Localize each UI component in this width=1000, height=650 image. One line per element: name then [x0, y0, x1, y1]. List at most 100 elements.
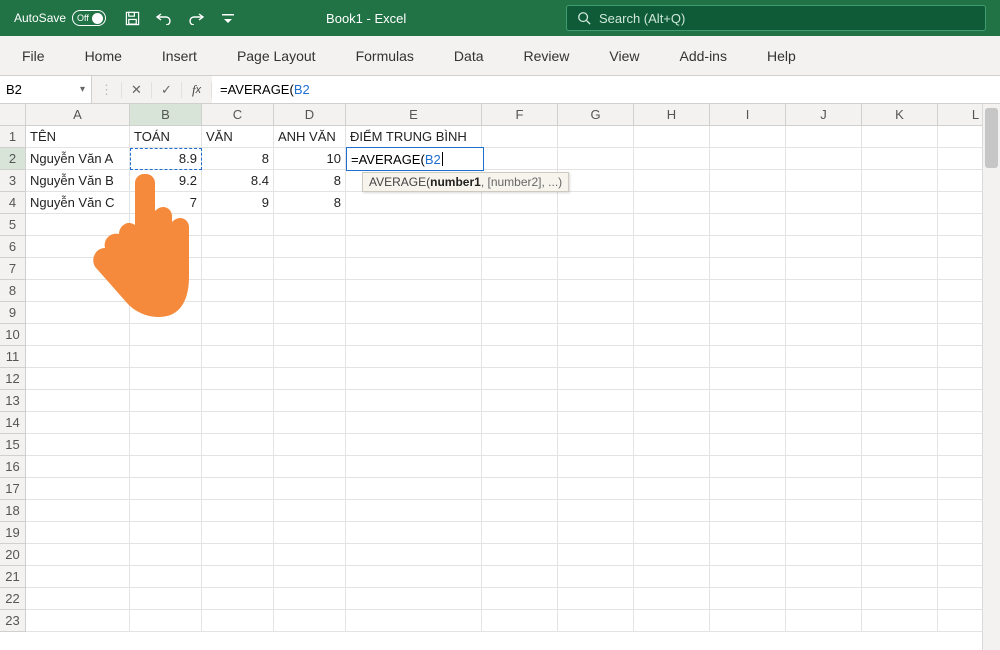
cell-I10[interactable]: [710, 324, 786, 346]
cell-E11[interactable]: [346, 346, 482, 368]
cell-J4[interactable]: [786, 192, 862, 214]
cell-A16[interactable]: [26, 456, 130, 478]
qat-overflow-icon[interactable]: [214, 4, 242, 32]
cell-H21[interactable]: [634, 566, 710, 588]
cell-H11[interactable]: [634, 346, 710, 368]
row-header-23[interactable]: 23: [0, 610, 26, 632]
cell-F9[interactable]: [482, 302, 558, 324]
cell-K11[interactable]: [862, 346, 938, 368]
cell-G1[interactable]: [558, 126, 634, 148]
cell-A22[interactable]: [26, 588, 130, 610]
cell-F5[interactable]: [482, 214, 558, 236]
row-header-6[interactable]: 6: [0, 236, 26, 258]
col-header-G[interactable]: G: [558, 104, 634, 126]
cell-I20[interactable]: [710, 544, 786, 566]
cell-A17[interactable]: [26, 478, 130, 500]
cell-H16[interactable]: [634, 456, 710, 478]
cell-J6[interactable]: [786, 236, 862, 258]
cell-H2[interactable]: [634, 148, 710, 170]
name-box[interactable]: B2 ▾: [0, 76, 92, 103]
cell-I14[interactable]: [710, 412, 786, 434]
cell-F1[interactable]: [482, 126, 558, 148]
scrollbar-thumb[interactable]: [985, 108, 998, 168]
cell-A19[interactable]: [26, 522, 130, 544]
col-header-J[interactable]: J: [786, 104, 862, 126]
cell-C17[interactable]: [202, 478, 274, 500]
cell-F16[interactable]: [482, 456, 558, 478]
cell-D18[interactable]: [274, 500, 346, 522]
cell-I1[interactable]: [710, 126, 786, 148]
row-header-22[interactable]: 22: [0, 588, 26, 610]
row-header-10[interactable]: 10: [0, 324, 26, 346]
cell-J17[interactable]: [786, 478, 862, 500]
cell-E16[interactable]: [346, 456, 482, 478]
cell-H17[interactable]: [634, 478, 710, 500]
cell-K14[interactable]: [862, 412, 938, 434]
cell-C11[interactable]: [202, 346, 274, 368]
undo-icon[interactable]: [150, 4, 178, 32]
cell-G7[interactable]: [558, 258, 634, 280]
cell-B20[interactable]: [130, 544, 202, 566]
cell-D17[interactable]: [274, 478, 346, 500]
row-header-9[interactable]: 9: [0, 302, 26, 324]
cell-H6[interactable]: [634, 236, 710, 258]
cell-D1[interactable]: ANH VĂN: [274, 126, 346, 148]
cell-A14[interactable]: [26, 412, 130, 434]
cell-K3[interactable]: [862, 170, 938, 192]
tab-home[interactable]: Home: [71, 40, 136, 72]
cell-H20[interactable]: [634, 544, 710, 566]
cell-J2[interactable]: [786, 148, 862, 170]
cell-C1[interactable]: VĂN: [202, 126, 274, 148]
cell-C20[interactable]: [202, 544, 274, 566]
cell-H3[interactable]: [634, 170, 710, 192]
cell-G23[interactable]: [558, 610, 634, 632]
cell-B22[interactable]: [130, 588, 202, 610]
row-header-18[interactable]: 18: [0, 500, 26, 522]
cell-E19[interactable]: [346, 522, 482, 544]
cell-D22[interactable]: [274, 588, 346, 610]
cell-D8[interactable]: [274, 280, 346, 302]
cell-K20[interactable]: [862, 544, 938, 566]
col-header-C[interactable]: C: [202, 104, 274, 126]
cell-B16[interactable]: [130, 456, 202, 478]
cell-D5[interactable]: [274, 214, 346, 236]
cell-K18[interactable]: [862, 500, 938, 522]
cell-K8[interactable]: [862, 280, 938, 302]
col-header-K[interactable]: K: [862, 104, 938, 126]
cell-K7[interactable]: [862, 258, 938, 280]
cell-K15[interactable]: [862, 434, 938, 456]
cell-G11[interactable]: [558, 346, 634, 368]
row-header-19[interactable]: 19: [0, 522, 26, 544]
cell-K6[interactable]: [862, 236, 938, 258]
cell-J7[interactable]: [786, 258, 862, 280]
cell-J13[interactable]: [786, 390, 862, 412]
cell-C10[interactable]: [202, 324, 274, 346]
cell-A21[interactable]: [26, 566, 130, 588]
cell-H7[interactable]: [634, 258, 710, 280]
col-header-B[interactable]: B: [130, 104, 202, 126]
cell-E6[interactable]: [346, 236, 482, 258]
cell-F8[interactable]: [482, 280, 558, 302]
cell-H4[interactable]: [634, 192, 710, 214]
cell-B18[interactable]: [130, 500, 202, 522]
select-all-corner[interactable]: [0, 104, 26, 126]
cell-I18[interactable]: [710, 500, 786, 522]
cell-H19[interactable]: [634, 522, 710, 544]
cell-A20[interactable]: [26, 544, 130, 566]
cell-E10[interactable]: [346, 324, 482, 346]
cell-D6[interactable]: [274, 236, 346, 258]
cell-E22[interactable]: [346, 588, 482, 610]
cell-C16[interactable]: [202, 456, 274, 478]
cell-C21[interactable]: [202, 566, 274, 588]
row-header-1[interactable]: 1: [0, 126, 26, 148]
cell-F18[interactable]: [482, 500, 558, 522]
cell-F7[interactable]: [482, 258, 558, 280]
cell-D11[interactable]: [274, 346, 346, 368]
vertical-scrollbar[interactable]: [982, 104, 1000, 650]
cell-H15[interactable]: [634, 434, 710, 456]
cell-D7[interactable]: [274, 258, 346, 280]
cell-B2[interactable]: 8.9: [130, 148, 202, 170]
cell-I12[interactable]: [710, 368, 786, 390]
cell-J8[interactable]: [786, 280, 862, 302]
cell-F23[interactable]: [482, 610, 558, 632]
